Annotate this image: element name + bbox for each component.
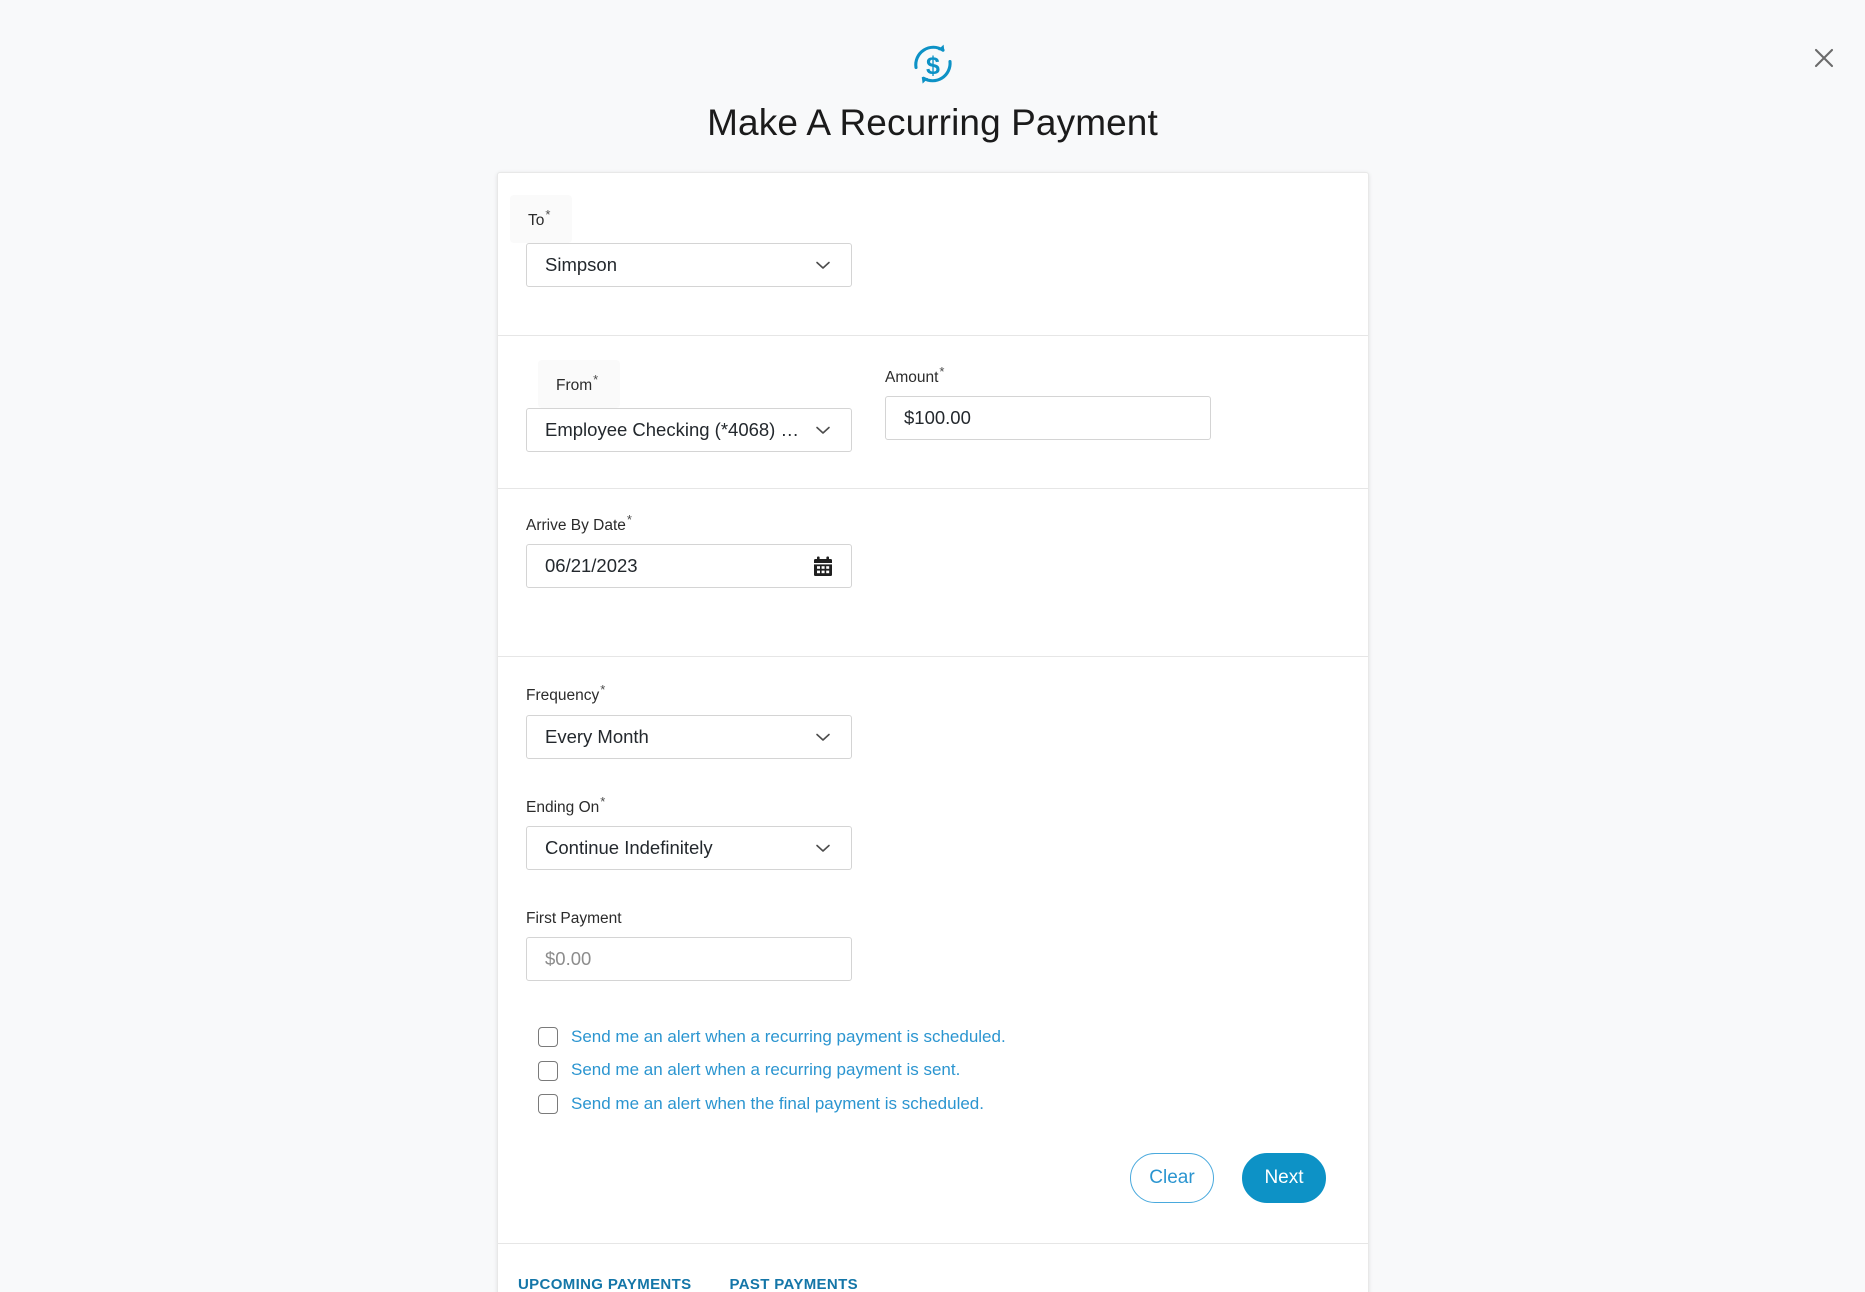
to-field: To* Simpson (498, 195, 1368, 288)
recurring-payment-dollar-icon: $ (0, 36, 1865, 92)
amount-label-text: Amount (885, 369, 939, 387)
tab-past-payments[interactable]: PAST PAYMENTS (729, 1276, 857, 1292)
frequency-field: Frequency* Every Month (526, 683, 1368, 759)
page-header: $ Make A Recurring Payment (0, 0, 1865, 144)
frequency-value: Every Month (545, 725, 649, 747)
checkbox-alert-scheduled[interactable] (538, 1027, 558, 1048)
recurring-payment-screen: $ Make A Recurring Payment To* Simpson F… (0, 0, 1865, 1292)
svg-text:$: $ (926, 52, 940, 80)
page-title: Make A Recurring Payment (707, 102, 1158, 143)
amount-input-value: $100.00 (904, 407, 971, 429)
ending-on-field: Ending On* Continue Indefinitely (526, 795, 1368, 870)
amount-input[interactable]: $100.00 (885, 396, 1211, 441)
arrive-by-date-label-text: Arrive By Date (526, 517, 626, 535)
frequency-select[interactable]: Every Month (526, 714, 852, 759)
arrive-by-date-label: Arrive By Date* (526, 513, 632, 544)
alert-option-scheduled[interactable]: Send me an alert when a recurring paymen… (538, 1026, 1368, 1048)
tab-upcoming-payments[interactable]: UPCOMING PAYMENTS (518, 1276, 691, 1292)
checkbox-alert-sent[interactable] (538, 1060, 558, 1081)
frequency-required-marker: * (600, 682, 606, 698)
section-arrive-by-date: Arrive By Date* 06/21/2023 (498, 488, 1368, 656)
payments-tabbar: UPCOMING PAYMENTS PAST PAYMENTS (498, 1243, 1368, 1292)
ending-on-label: Ending On* (526, 795, 605, 826)
ending-on-required-marker: * (600, 793, 606, 809)
alert-option-final-label: Send me an alert when the final payment … (571, 1093, 984, 1113)
chevron-down-icon (813, 838, 833, 858)
amount-label: Amount* (885, 365, 944, 396)
chevron-down-icon (813, 727, 833, 747)
from-label-text: From (556, 377, 593, 395)
first-payment-field: First Payment $0.00 (526, 906, 1368, 981)
payment-form-card: To* Simpson From* Employee Checking (*40… (497, 172, 1369, 1292)
alert-options: Send me an alert when a recurring paymen… (538, 1027, 1368, 1114)
from-required-marker: * (593, 372, 599, 388)
arrive-by-date-value: 06/21/2023 (545, 555, 638, 577)
checkbox-alert-final[interactable] (538, 1093, 558, 1114)
alert-option-final[interactable]: Send me an alert when the final payment … (538, 1094, 1368, 1114)
next-button[interactable]: Next (1242, 1153, 1326, 1204)
chevron-down-icon (813, 420, 833, 440)
to-required-marker: * (545, 207, 551, 222)
alert-option-scheduled-label: Send me an alert when a recurring paymen… (571, 1026, 1006, 1046)
to-select[interactable]: Simpson (526, 243, 852, 288)
chevron-down-icon (813, 255, 833, 275)
section-from-amount: From* Employee Checking (*4068) $2,938.3… (498, 335, 1368, 488)
from-account-select[interactable]: Employee Checking (*4068) $2,938.31 (526, 408, 852, 453)
from-label: From* (538, 360, 621, 409)
arrive-by-date-required-marker: * (626, 512, 632, 528)
clear-button[interactable]: Clear (1130, 1153, 1214, 1204)
to-label-text: To (528, 212, 545, 230)
section-recurrence: Frequency* Every Month Ending On* Contin… (498, 656, 1368, 1243)
amount-field: Amount* $100.00 (885, 360, 1211, 441)
alert-option-sent[interactable]: Send me an alert when a recurring paymen… (538, 1060, 1368, 1081)
section-to: To* Simpson (498, 173, 1368, 335)
frequency-label: Frequency* (526, 683, 605, 714)
frequency-label-text: Frequency (526, 687, 600, 705)
from-account-value: Employee Checking (*4068) $2,938.31 (545, 419, 803, 441)
to-label: To* (510, 195, 573, 244)
calendar-icon[interactable] (813, 556, 833, 577)
ending-on-label-text: Ending On (526, 798, 600, 816)
ending-on-select[interactable]: Continue Indefinitely (526, 825, 852, 870)
first-payment-label-text: First Payment (526, 909, 622, 927)
arrive-by-date-input[interactable]: 06/21/2023 (526, 544, 852, 589)
arrive-by-date-field: Arrive By Date* 06/21/2023 (526, 513, 1368, 589)
first-payment-label: First Payment (526, 906, 623, 937)
from-field: From* Employee Checking (*4068) $2,938.3… (526, 360, 852, 453)
amount-required-marker: * (939, 364, 945, 380)
first-payment-placeholder: $0.00 (545, 947, 592, 969)
close-button[interactable] (1801, 35, 1847, 81)
ending-on-value: Continue Indefinitely (545, 836, 713, 858)
alert-option-sent-label: Send me an alert when a recurring paymen… (571, 1060, 961, 1080)
to-select-value: Simpson (545, 254, 617, 276)
close-icon (1811, 45, 1837, 71)
first-payment-input[interactable]: $0.00 (526, 936, 852, 981)
form-actions: Clear Next (498, 1127, 1368, 1243)
